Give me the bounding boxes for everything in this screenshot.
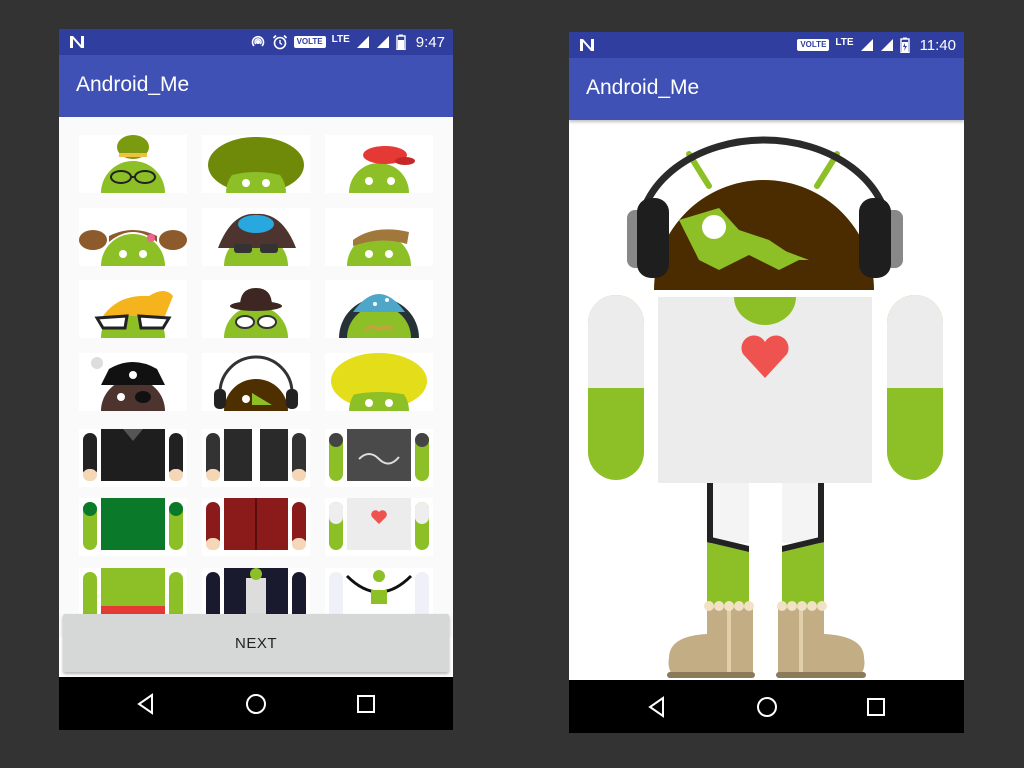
app-bar: Android_Me [59,55,453,117]
alarm-icon [272,34,287,50]
wifi-icon [880,39,893,51]
status-bar: VOLTE LTE 11:40 [569,32,964,58]
lte-label: LTE [331,33,350,45]
android-head [627,136,903,290]
notification-n-icon [70,36,84,48]
grid-item-head-blonde-cat-glasses[interactable] [79,280,187,338]
grid-item-head-headphones[interactable] [202,353,310,411]
grid-item-head-bowler-hat[interactable] [202,280,310,338]
grid-item-body-white-heart[interactable] [325,498,433,556]
app-bar: Android_Me [569,58,964,120]
grid-item-head-green-afro[interactable] [202,135,310,193]
recents-icon[interactable] [862,693,890,721]
back-icon[interactable] [132,690,160,718]
volte-icon: VOLTE [293,36,326,48]
android-body [588,295,943,483]
grid-item-head-wizard-hat[interactable] [325,280,433,338]
android-me-figure [588,136,943,678]
grid-item-head-brown-hair[interactable] [325,208,433,266]
app-title: Android_Me [586,76,700,99]
volte-icon: VOLTE [797,39,830,51]
wifi-icon [376,36,389,48]
grid-item-head-pigtails[interactable] [79,208,187,266]
home-icon[interactable] [753,693,781,721]
grid-item-body-green-shirt[interactable] [79,498,187,556]
navigation-bar [59,677,453,730]
recents-icon[interactable] [352,690,380,718]
navigation-bar [569,680,964,733]
grid-item-head-yellow-afro[interactable] [325,353,433,411]
grid-item-body-black-coat[interactable] [79,429,187,487]
status-bar: VOLTE LTE 9:47 [59,29,453,55]
grid-item-body-red-jacket[interactable] [202,498,310,556]
grid-item-body-black-jacket[interactable] [202,429,310,487]
home-icon[interactable] [242,690,270,718]
status-time: 11:40 [919,36,956,54]
notification-n-icon [580,39,594,51]
left-phone-screen: VOLTE LTE 9:47 Android_Me NEXT [59,29,453,730]
signal-icon [860,39,873,51]
body-part-grid [59,117,453,637]
grid-item-body-gray-graffiti[interactable] [325,429,433,487]
back-icon[interactable] [643,693,671,721]
battery-icon [899,37,910,53]
grid-item-head-glasses-bun[interactable] [79,135,187,193]
grid-item-head-pirate[interactable] [79,353,187,411]
hotspot-icon [251,35,264,47]
grid-item-head-red-cap[interactable] [325,135,433,193]
app-title: Android_Me [76,73,190,96]
grid-item-head-blue-cap-sunglasses[interactable] [202,208,310,266]
status-time: 9:47 [415,33,445,51]
android-legs [667,483,866,678]
signal-icon [356,36,369,48]
battery-icon [396,34,406,50]
lte-label: LTE [835,36,854,48]
next-button[interactable]: NEXT [63,614,449,672]
right-phone-screen: VOLTE LTE 11:40 Android_Me [569,32,964,733]
